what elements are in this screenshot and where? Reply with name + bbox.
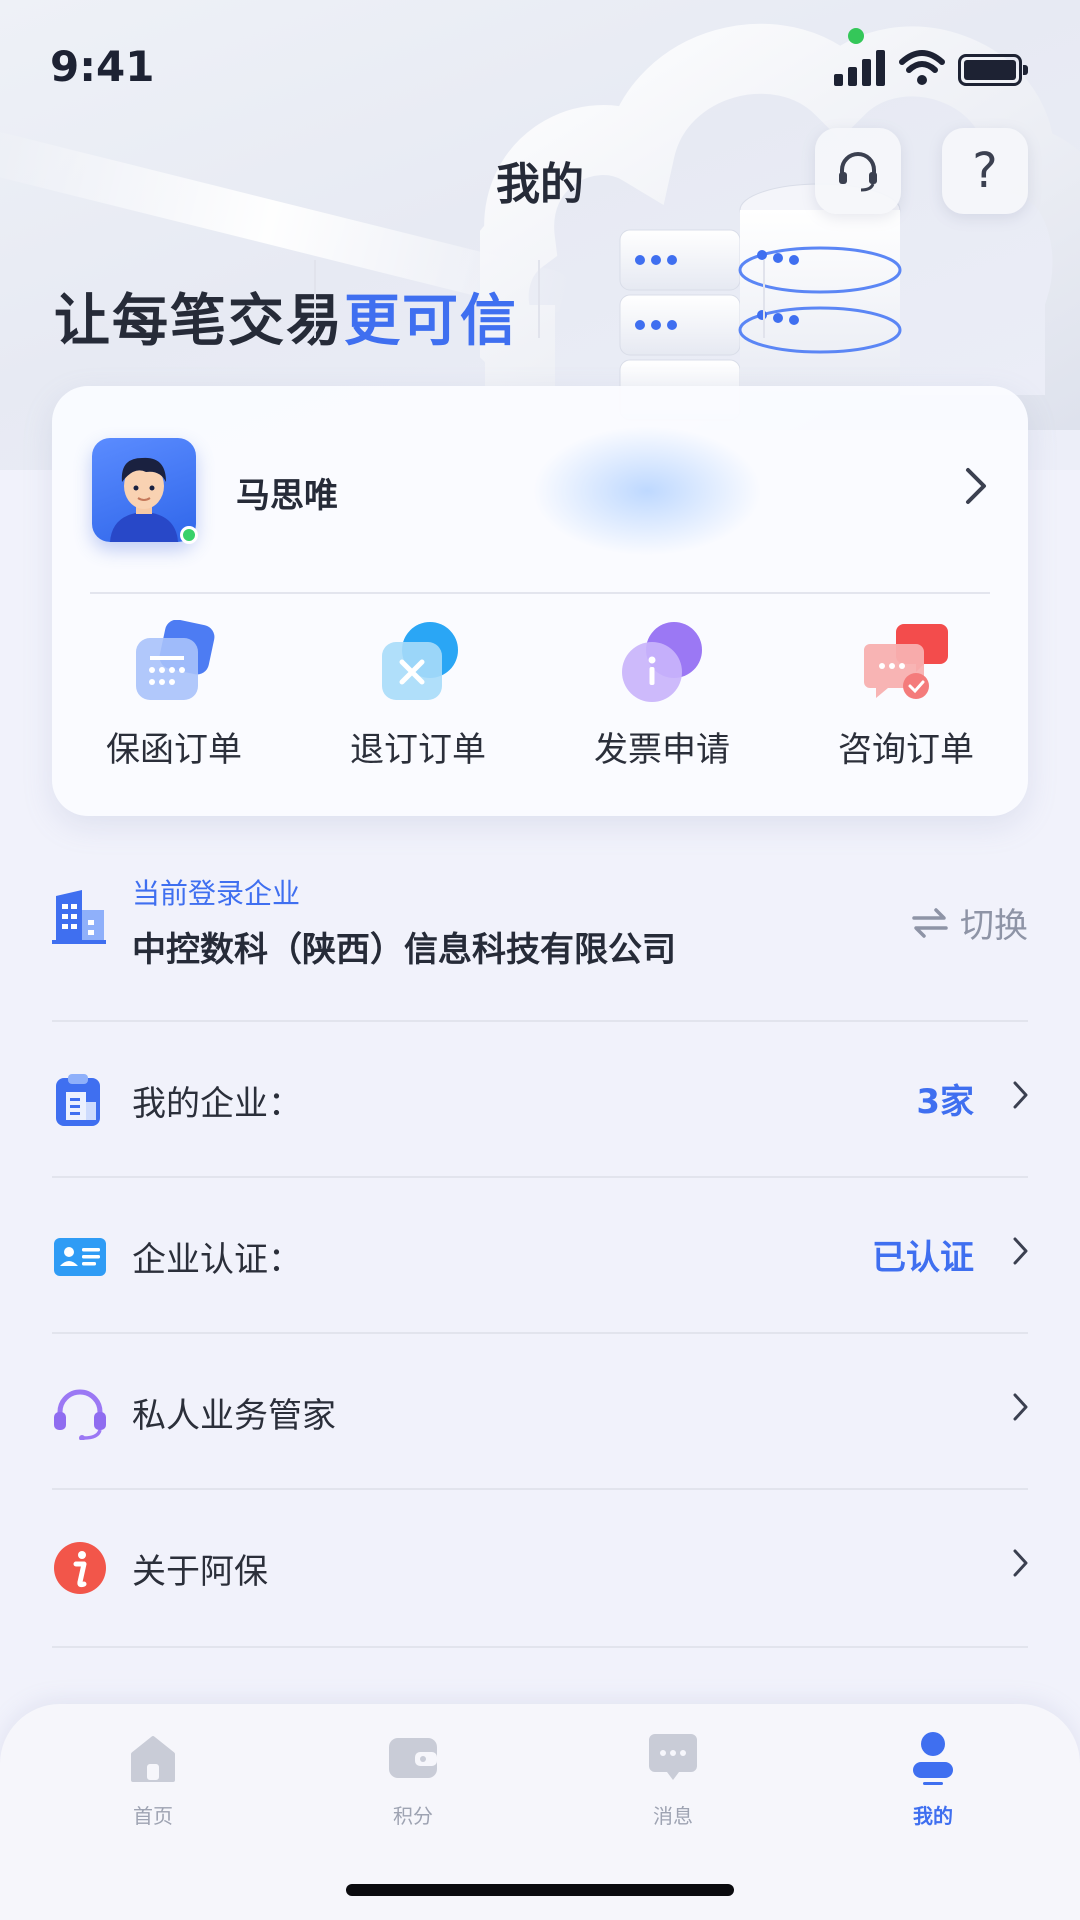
battery-icon [958, 54, 1028, 86]
user-name[interactable]: 马思唯 [236, 468, 338, 517]
signal-icon [834, 50, 885, 86]
page-title: 我的 [496, 159, 584, 210]
menu-enterprise-certification[interactable]: 企业认证： 已认证 [52, 1176, 1028, 1332]
menu-about[interactable]: 关于阿保 [52, 1488, 1028, 1644]
invoice-info-icon [622, 622, 702, 702]
home-indicator [346, 1884, 734, 1896]
profile-card: 马思唯 保函订单 退订订单 发票申请 咨询订单 [52, 386, 1028, 816]
shortcut-consult-orders[interactable]: 咨询订单 [784, 618, 1028, 778]
chevron-right-icon [1013, 1393, 1028, 1421]
company-caption: 当前登录企业 [132, 877, 301, 910]
help-button[interactable]: ? [942, 128, 1028, 214]
status-bar: 9:41 [0, 0, 1080, 140]
switch-company-button[interactable]: 切换 [912, 898, 1028, 947]
headset-icon [54, 1389, 106, 1440]
tab-points[interactable]: 积分 [333, 1730, 493, 1850]
menu-label: 我的企业： [132, 1084, 302, 1124]
tab-mine[interactable]: 我的 [853, 1730, 1013, 1850]
message-icon [649, 1734, 697, 1780]
current-company: 当前登录企业 中控数科（陕西）信息科技有限公司 切换 [52, 868, 1028, 978]
shortcut-separator [314, 260, 316, 338]
certification-status: 已认证 [872, 1238, 974, 1278]
avatar[interactable] [92, 438, 196, 542]
shortcut-guarantee-orders[interactable]: 保函订单 [52, 618, 296, 778]
slogan: 让每笔交易更可信 [54, 276, 518, 357]
menu-label: 私人业务管家 [132, 1396, 336, 1436]
menu-private-butler[interactable]: 私人业务管家 [52, 1332, 1028, 1488]
id-card-icon [54, 1238, 106, 1276]
shortcut-separator [538, 260, 540, 338]
enterprise-count: 3家 [916, 1082, 974, 1122]
shortcut-label: 退订订单 [350, 730, 486, 770]
tab-label: 消息 [653, 1804, 693, 1828]
slogan-highlight: 更可信 [344, 289, 518, 354]
tab-label: 积分 [393, 1804, 433, 1828]
slogan-main: 让每笔交易 [54, 289, 344, 354]
swap-arrows-icon [912, 907, 948, 938]
online-status-dot [180, 526, 198, 544]
shortcut-invoice-apply[interactable]: 发票申请 [540, 618, 784, 778]
menu-label: 关于阿保 [132, 1552, 268, 1592]
shortcut-label: 保函订单 [106, 730, 242, 770]
order-shortcuts: 保函订单 退订订单 发票申请 咨询订单 [52, 618, 1028, 778]
shortcut-label: 发票申请 [594, 730, 730, 770]
company-name: 中控数科（陕西）信息科技有限公司 [132, 930, 676, 970]
menu-my-enterprises[interactable]: 我的企业： 3家 [52, 1020, 1028, 1176]
wifi-icon [899, 50, 945, 85]
user-icon [913, 1732, 953, 1785]
customer-service-button[interactable] [815, 128, 901, 214]
building-icon [52, 890, 106, 944]
card-divider [90, 592, 990, 594]
wallet-icon [389, 1738, 437, 1778]
chevron-right-icon[interactable] [964, 466, 988, 506]
shortcut-cancelled-orders[interactable]: 退订订单 [296, 618, 540, 778]
chevron-right-icon [1013, 1237, 1028, 1265]
chevron-right-icon [1013, 1081, 1028, 1109]
chevron-right-icon [1013, 1549, 1028, 1577]
menu-label: 企业认证： [132, 1240, 302, 1280]
shortcut-separator [763, 260, 765, 338]
tab-label: 首页 [133, 1804, 173, 1828]
question-icon: ? [972, 143, 998, 199]
chat-consult-icon [864, 624, 948, 699]
enterprise-clipboard-icon [56, 1074, 100, 1126]
switch-label: 切换 [960, 906, 1028, 946]
tab-label: 我的 [913, 1804, 953, 1828]
shortcut-label: 咨询订单 [838, 730, 974, 770]
tab-messages[interactable]: 消息 [593, 1730, 753, 1850]
status-time: 9:41 [50, 42, 155, 91]
cancel-order-icon [382, 622, 458, 700]
menu-divider [52, 1646, 1028, 1648]
privacy-indicator-dot [848, 28, 864, 44]
tab-home[interactable]: 首页 [73, 1730, 233, 1850]
home-icon [131, 1736, 175, 1782]
user-avatar-illustration [110, 457, 178, 542]
info-icon [54, 1542, 106, 1594]
headset-icon [839, 152, 877, 192]
calendar-order-icon [136, 619, 215, 700]
